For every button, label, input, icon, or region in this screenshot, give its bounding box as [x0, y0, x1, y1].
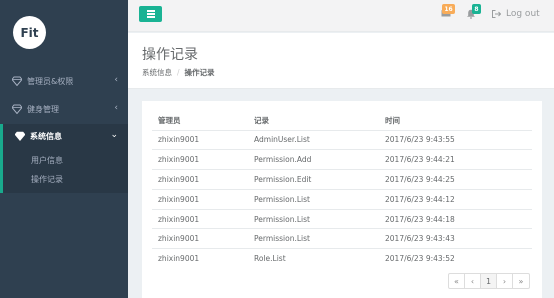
cell-time: 2017/6/23 9:44:18: [379, 208, 532, 229]
logout-label: Log out: [506, 9, 540, 19]
cell-record: Permission.Edit: [248, 169, 379, 190]
page-heading: 操作记录 系统信息 / 操作记录: [128, 33, 554, 89]
top-navbar: 16 8 Log out: [128, 0, 554, 32]
table-row: zhixin9001 AdminUser.List 2017/6/23 9:43…: [152, 129, 532, 150]
sidebar-subitem-operation-log[interactable]: 操作记录: [31, 174, 63, 185]
breadcrumb-item-current: 操作记录: [184, 68, 215, 77]
breadcrumb-item-system-info[interactable]: 系统信息: [142, 68, 172, 77]
sidebar-item-label: 管理员&权限: [27, 77, 74, 86]
pagination-next-button[interactable]: ›: [497, 274, 513, 288]
pagination-prev-button[interactable]: ‹: [465, 274, 481, 288]
chevron-left-icon: ‹: [114, 103, 118, 113]
sidebar-item-label: 系统信息: [30, 132, 62, 141]
cell-record: Permission.Add: [248, 149, 379, 170]
cell-time: 2017/6/23 9:44:21: [379, 149, 532, 170]
breadcrumb: 系统信息 / 操作记录: [142, 67, 215, 78]
chevron-left-icon: ‹: [114, 75, 118, 85]
diamond-icon: [12, 104, 22, 114]
sidebar-item-system-info[interactable]: 系统信息 ⌄: [0, 124, 128, 148]
operation-log-table: 管理员 记录 时间 zhixin9001 AdminUser.List 2017…: [152, 111, 532, 269]
cell-admin: zhixin9001: [152, 208, 248, 229]
table-row: zhixin9001 Permission.Edit 2017/6/23 9:4…: [152, 169, 532, 190]
alert-count-badge: 8: [472, 4, 481, 14]
menu-bar: [146, 13, 155, 15]
table-row: zhixin9001 Permission.List 2017/6/23 9:4…: [152, 208, 532, 229]
sidebar: Fit 管理员&权限 ‹ 健身管理 ‹ 系统信息 ⌄ 用户信息 操作记录: [0, 0, 128, 298]
cell-admin: zhixin9001: [152, 129, 248, 150]
breadcrumb-separator: /: [177, 68, 180, 77]
sidebar-item-admin-permissions[interactable]: 管理员&权限 ‹: [0, 69, 128, 93]
cell-admin: zhixin9001: [152, 169, 248, 190]
table-row: zhixin9001 Role.List 2017/6/23 9:43:52: [152, 248, 532, 269]
sign-out-icon: [492, 10, 501, 18]
column-header-record: 记录: [248, 111, 379, 131]
page-title: 操作记录: [142, 47, 198, 63]
cell-record: Permission.List: [248, 208, 379, 229]
table-row: zhixin9001 Permission.List 2017/6/23 9:4…: [152, 228, 532, 249]
cell-admin: zhixin9001: [152, 248, 248, 269]
cell-record: Permission.List: [248, 228, 379, 249]
mail-count-badge: 16: [442, 4, 455, 14]
cell-record: Permission.List: [248, 188, 379, 210]
sidebar-subitem-user-info[interactable]: 用户信息: [31, 155, 63, 166]
pagination: « ‹ 1 › »: [448, 273, 530, 289]
cell-admin: zhixin9001: [152, 149, 248, 170]
pagination-page-1[interactable]: 1: [481, 274, 497, 288]
menu-toggle-button[interactable]: [139, 6, 162, 22]
column-header-time: 时间: [379, 111, 532, 131]
cell-time: 2017/6/23 9:43:52: [379, 248, 532, 269]
app-logo: Fit: [13, 16, 46, 49]
cell-admin: zhixin9001: [152, 228, 248, 249]
cell-time: 2017/6/23 9:44:25: [379, 169, 532, 190]
cell-admin: zhixin9001: [152, 188, 248, 210]
cell-record: AdminUser.List: [248, 129, 379, 150]
chevron-down-icon: ⌄: [110, 130, 118, 140]
sidebar-item-fitness[interactable]: 健身管理 ‹: [0, 97, 128, 121]
menu-bar: [146, 10, 155, 12]
content-box: 管理员 记录 时间 zhixin9001 AdminUser.List 2017…: [142, 101, 542, 298]
cell-time: 2017/6/23 9:43:43: [379, 228, 532, 249]
sidebar-item-label: 健身管理: [27, 105, 59, 114]
cell-time: 2017/6/23 9:43:55: [379, 129, 532, 150]
column-header-admin: 管理员: [152, 111, 248, 131]
pagination-last-button[interactable]: »: [513, 274, 529, 288]
table-header-row: 管理员 记录 时间: [152, 111, 532, 131]
diamond-icon: [15, 131, 25, 141]
table-row: zhixin9001 Permission.Add 2017/6/23 9:44…: [152, 149, 532, 170]
pagination-first-button[interactable]: «: [449, 274, 465, 288]
diamond-icon: [12, 76, 22, 86]
sidebar-submenu: 用户信息 操作记录: [0, 148, 128, 193]
cell-record: Role.List: [248, 248, 379, 269]
table-row: zhixin9001 Permission.List 2017/6/23 9:4…: [152, 188, 532, 210]
logout-link[interactable]: Log out: [492, 9, 540, 19]
menu-bar: [146, 16, 155, 18]
cell-time: 2017/6/23 9:44:12: [379, 188, 532, 210]
